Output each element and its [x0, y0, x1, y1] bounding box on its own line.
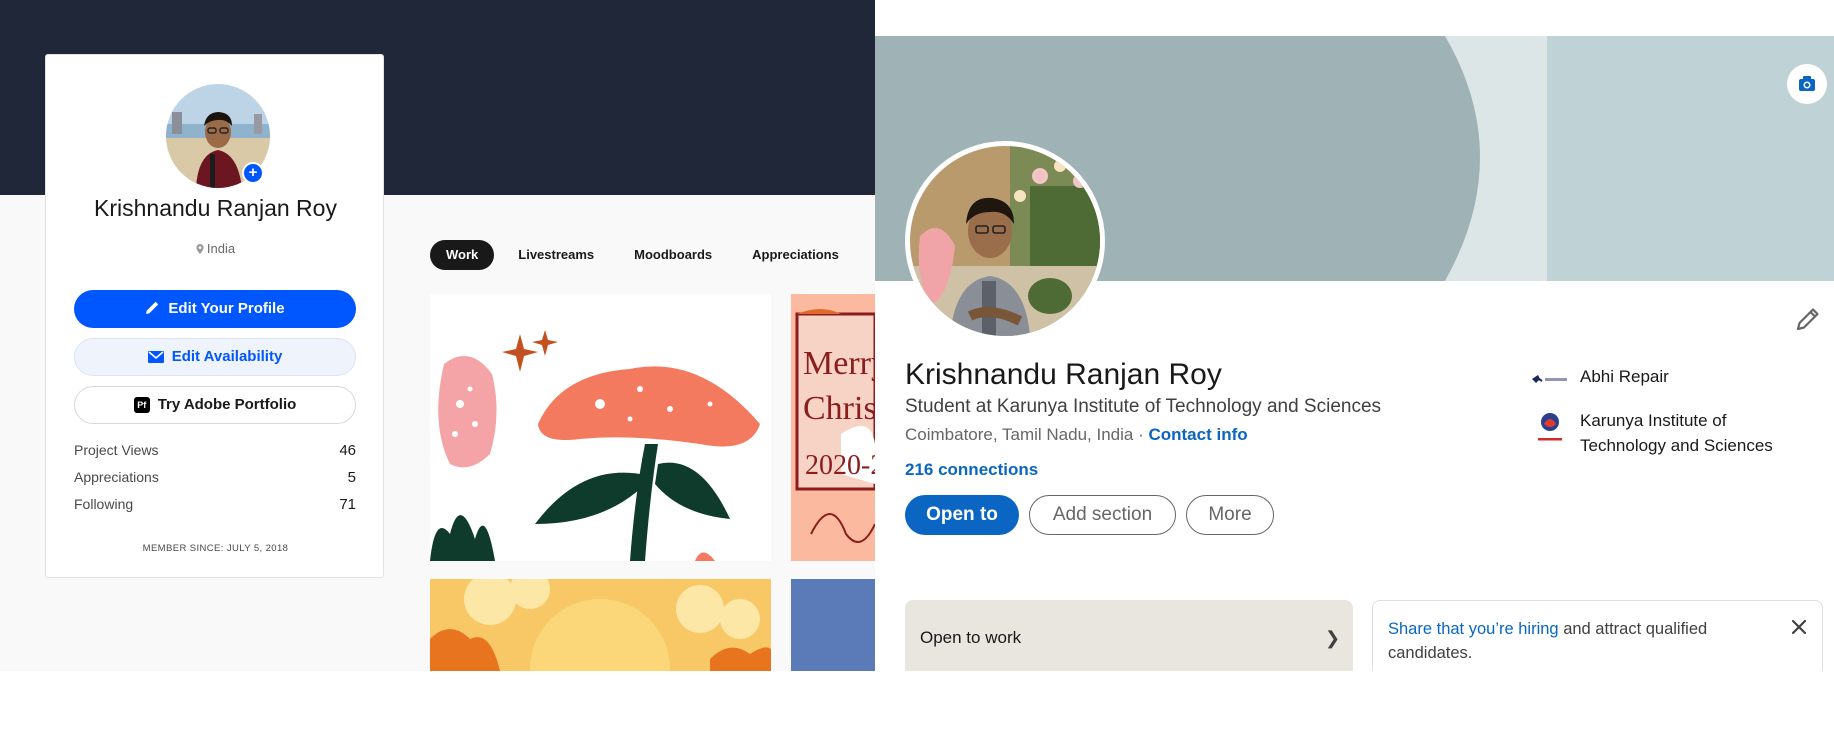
project-thumbnail[interactable]: Merry Christ 2020-2 — [791, 294, 875, 561]
stat-value: 5 — [347, 469, 356, 486]
tab-livestreams[interactable]: Livestreams — [502, 240, 610, 270]
christmas-card-illustration: Merry Christ 2020-2 — [791, 294, 875, 561]
profile-tabs: Work Livestreams Moodboards Appreciation… — [430, 240, 863, 270]
chevron-right-icon: ❯ — [1325, 628, 1341, 648]
edit-cover-camera-icon[interactable] — [1787, 64, 1827, 104]
open-to-work-label: Open to work — [920, 628, 1022, 647]
close-icon[interactable] — [1789, 617, 1809, 637]
project-thumbnail[interactable] — [791, 579, 875, 671]
stat-value: 46 — [339, 442, 356, 459]
member-since: MEMBER SINCE: JULY 5, 2018 — [142, 543, 289, 554]
org-name: Abhi Repair — [1580, 367, 1669, 386]
hiring-card: Share that you’re hiring and attract qua… — [1372, 600, 1823, 671]
add-avatar-icon[interactable]: + — [242, 162, 264, 184]
stat-label: Following — [74, 496, 134, 512]
open-to-work-card[interactable]: Open to work ❯ — [905, 600, 1353, 671]
mushroom-illustration — [430, 330, 760, 561]
project-thumbnail[interactable] — [430, 579, 771, 671]
adobe-portfolio-icon: Pf — [133, 397, 150, 413]
add-section-button[interactable]: Add section — [1029, 495, 1176, 535]
profile-stats: Project Views 46 Appreciations 5 Following… — [74, 442, 356, 523]
open-to-button[interactable]: Open to — [905, 495, 1019, 535]
connections-link[interactable]: 216 connections — [905, 460, 1038, 480]
screenshot-stage: + Krishnandu Ranjan Roy India Edit Your … — [0, 0, 1834, 737]
try-portfolio-label: Try Adobe Portfolio — [157, 396, 297, 413]
tab-appreciations[interactable]: Appreciations — [736, 240, 855, 270]
karunya-logo-icon — [1536, 413, 1564, 442]
edit-availability-label: Edit Availability — [171, 348, 283, 365]
try-adobe-portfolio-button[interactable]: Pf Try Adobe Portfolio — [74, 386, 356, 424]
profile-location: India — [46, 241, 385, 256]
sunset-illustration — [430, 579, 771, 671]
profile-location: Coimbatore, Tamil Nadu, India · Contact … — [905, 425, 1248, 445]
share-hiring-link[interactable]: Share that you’re hiring — [1388, 620, 1559, 638]
profile-headline: Student at Karunya Institute of Technolo… — [905, 396, 1382, 417]
edit-intro-pencil-icon[interactable] — [1793, 304, 1823, 334]
card-text-1: Merry — [803, 345, 875, 382]
tab-work[interactable]: Work — [430, 240, 495, 270]
project-thumbnail[interactable] — [430, 294, 771, 561]
separator-dot: · — [1133, 425, 1149, 444]
stat-label: Project Views — [74, 442, 159, 458]
behance-profile-page: + Krishnandu Ranjan Roy India Edit Your … — [0, 0, 875, 671]
org-item-abhi-repair[interactable]: Abhi Repair — [1530, 367, 1669, 393]
profile-name: Krishnandu Ranjan Roy — [905, 358, 1222, 391]
stat-label: Appreciations — [74, 469, 159, 485]
location-text: Coimbatore, Tamil Nadu, India — [905, 425, 1134, 444]
more-button[interactable]: More — [1186, 495, 1274, 535]
edit-profile-label: Edit Your Profile — [168, 300, 285, 317]
org-name: Karunya Institute of Technology and Scie… — [1580, 411, 1773, 455]
location-pin-icon — [196, 244, 204, 254]
stat-row: Appreciations 5 — [74, 469, 356, 496]
stat-row: Following 71 — [74, 496, 356, 523]
pencil-icon — [146, 301, 159, 314]
linkedin-profile-card: Krishnandu Ranjan Roy Student at Karunya… — [875, 36, 1834, 671]
mail-icon — [147, 351, 164, 363]
profile-name: Krishnandu Ranjan Roy — [94, 195, 337, 221]
card-text-3: 2020-2 — [805, 450, 875, 481]
profile-photo[interactable] — [905, 141, 1105, 341]
abhi-repair-logo-icon — [1532, 375, 1567, 383]
stat-value: 71 — [339, 496, 356, 513]
org-item-karunya[interactable]: Karunya Institute of Technology and Scie… — [1530, 408, 1810, 458]
hiring-message: Share that you’re hiring and attract qua… — [1388, 617, 1748, 665]
location-text: India — [206, 241, 236, 256]
contact-info-link[interactable]: Contact info — [1148, 425, 1247, 444]
edit-availability-button[interactable]: Edit Availability — [74, 338, 356, 376]
stat-row: Project Views 46 — [74, 442, 356, 469]
card-text-2: Christ — [803, 390, 875, 427]
connections-count: 216 connections — [905, 460, 1039, 479]
profile-card: + Krishnandu Ranjan Roy India Edit Your … — [45, 54, 384, 578]
tab-moodboards[interactable]: Moodboards — [618, 240, 728, 270]
edit-profile-button[interactable]: Edit Your Profile — [74, 290, 356, 328]
